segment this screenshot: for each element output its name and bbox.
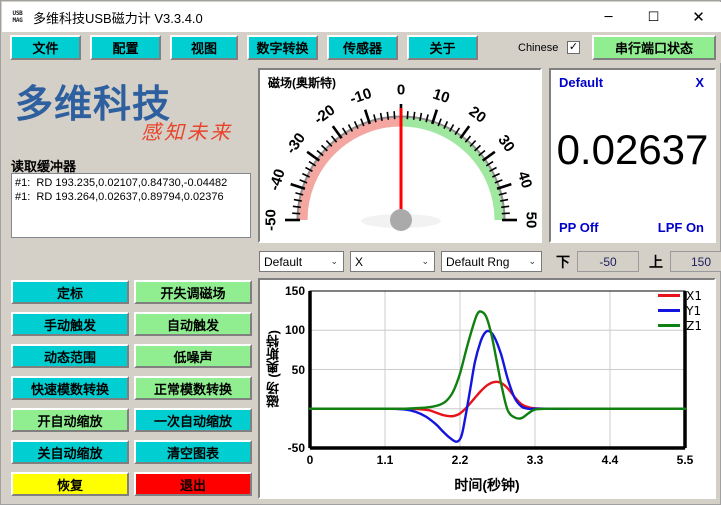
buffer-line: #1: RD 193.264,0.02637,0.89794,0.02376 — [15, 191, 224, 203]
sensor-select-value: Default — [264, 254, 303, 269]
chevron-down-icon: ⌄ — [528, 256, 536, 266]
maximize-button[interactable]: ☐ — [631, 2, 676, 32]
legend-label: Z1 — [686, 318, 702, 333]
window-controls: ─ ☐ ✕ — [586, 2, 721, 32]
gauge-title: 磁场(奥斯特) — [268, 76, 336, 90]
btn-auto-trigger[interactable]: 自动触发 — [134, 312, 252, 336]
svg-text:-40: -40 — [266, 167, 289, 193]
menu-sensor[interactable]: 传感器 — [327, 35, 398, 60]
app-window: USB MAG 多维科技USB磁力计 V3.3.4.0 ─ ☐ ✕ 文件 配置 … — [0, 0, 721, 505]
legend-color-swatch — [658, 324, 681, 327]
company-slogan: 感知未来 — [141, 120, 233, 144]
menu-bar: 文件 配置 视图 数字转换 传感器 关于 Chinese ✓ 串行端口状态 — [2, 32, 721, 63]
btn-autoscale-once[interactable]: 一次自动缩放 — [134, 408, 252, 432]
btn-low-noise[interactable]: 低噪声 — [134, 344, 252, 368]
svg-text:0: 0 — [397, 82, 405, 99]
read-buffer-box[interactable]: #1: RD 193.235,0.02107,0.84730,-0.04482 … — [11, 173, 251, 238]
svg-text:50: 50 — [523, 212, 540, 229]
analog-gauge: -50-40-30-20-10 0 1020304050 — [263, 82, 540, 231]
svg-text:40: 40 — [514, 169, 535, 190]
sensor-select[interactable]: Default ⌄ — [259, 251, 344, 272]
svg-text:30: 30 — [494, 132, 518, 155]
buffer-line: #1: RD 193.235,0.02107,0.84730,-0.04482 — [15, 177, 228, 189]
legend-color-swatch — [658, 294, 681, 297]
svg-text:-20: -20 — [311, 102, 339, 129]
svg-text:-50: -50 — [263, 209, 280, 231]
btn-calibrate[interactable]: 定标 — [11, 280, 129, 304]
btn-normal-adc[interactable]: 正常模数转换 — [134, 376, 252, 400]
axis-select[interactable]: X ⌄ — [350, 251, 435, 272]
btn-autoscale-on[interactable]: 开自动缩放 — [11, 408, 129, 432]
legend-label: Y1 — [686, 303, 702, 318]
serial-port-status-button[interactable]: 串行端口状态 — [592, 35, 716, 60]
minimize-button[interactable]: ─ — [586, 2, 631, 32]
btn-offset-field-on[interactable]: 开失调磁场 — [134, 280, 252, 304]
legend-item: X1 — [658, 288, 702, 303]
lower-limit-input[interactable]: -50 — [577, 251, 639, 272]
readout-axis-label: X — [695, 75, 704, 90]
app-icon-line1: USB — [12, 10, 23, 17]
readout-pp-status: PP Off — [559, 220, 599, 235]
menu-config[interactable]: 配置 — [90, 35, 161, 60]
range-select[interactable]: Default Rng ⌄ — [441, 251, 542, 272]
close-button[interactable]: ✕ — [676, 2, 721, 32]
chevron-down-icon: ⌄ — [421, 256, 429, 266]
readout-lpf-status: LPF On — [657, 220, 704, 235]
svg-text:-30: -30 — [283, 130, 310, 158]
btn-exit[interactable]: 退出 — [134, 472, 252, 496]
range-select-value: Default Rng — [446, 254, 510, 269]
chart-legend: X1 Y1 Z1 — [658, 288, 702, 333]
chart-plot — [308, 290, 687, 450]
svg-text:20: 20 — [466, 103, 489, 127]
readout-value: 0.02637 — [556, 126, 709, 173]
gauge-panel: 磁场(奥斯特) -50 -40 -30 -20 -10 0 10 20 30 40 50 — [258, 68, 542, 243]
legend-item: Z1 — [658, 318, 702, 333]
app-logo-icon: USB MAG — [9, 9, 26, 26]
legend-color-swatch — [658, 309, 681, 312]
menu-file[interactable]: 文件 — [10, 35, 81, 60]
svg-text:10: 10 — [431, 86, 452, 107]
window-title: 多维科技USB磁力计 V3.3.4.0 — [33, 10, 203, 26]
app-icon-line2: MAG — [12, 17, 23, 24]
chevron-down-icon: ⌄ — [330, 256, 338, 266]
btn-manual-trigger[interactable]: 手动触发 — [11, 312, 129, 336]
readout-profile-label: Default — [559, 75, 604, 90]
numeric-readout-panel: Default X 0.02637 PP Off LPF On — [549, 68, 716, 243]
menu-view[interactable]: 视图 — [170, 35, 238, 60]
chart-panel[interactable]: 磁场 (奥斯特) 时间(秒钟) 150 100 50 -50 0 1.1 2.2 3.3 4.… — [258, 278, 716, 499]
axis-select-value: X — [355, 254, 364, 269]
legend-item: Y1 — [658, 303, 702, 318]
btn-fast-adc[interactable]: 快速模数转换 — [11, 376, 129, 400]
btn-dynamic-range[interactable]: 动态范围 — [11, 344, 129, 368]
btn-restore[interactable]: 恢复 — [11, 472, 129, 496]
language-label: Chinese — [518, 42, 559, 54]
lower-limit-icon: 下 — [556, 253, 570, 270]
upper-limit-icon: 上 — [649, 253, 663, 270]
title-bar: USB MAG 多维科技USB磁力计 V3.3.4.0 ─ ☐ ✕ — [2, 2, 721, 32]
menu-digital-conversion[interactable]: 数字转换 — [247, 35, 318, 60]
btn-clear-chart[interactable]: 清空图表 — [134, 440, 252, 464]
legend-label: X1 — [686, 288, 702, 303]
language-checkbox[interactable]: ✓ — [567, 41, 580, 54]
menu-about[interactable]: 关于 — [407, 35, 478, 60]
svg-text:-10: -10 — [348, 85, 374, 108]
btn-autoscale-off[interactable]: 关自动缩放 — [11, 440, 129, 464]
upper-limit-input[interactable]: 150 — [670, 251, 721, 272]
